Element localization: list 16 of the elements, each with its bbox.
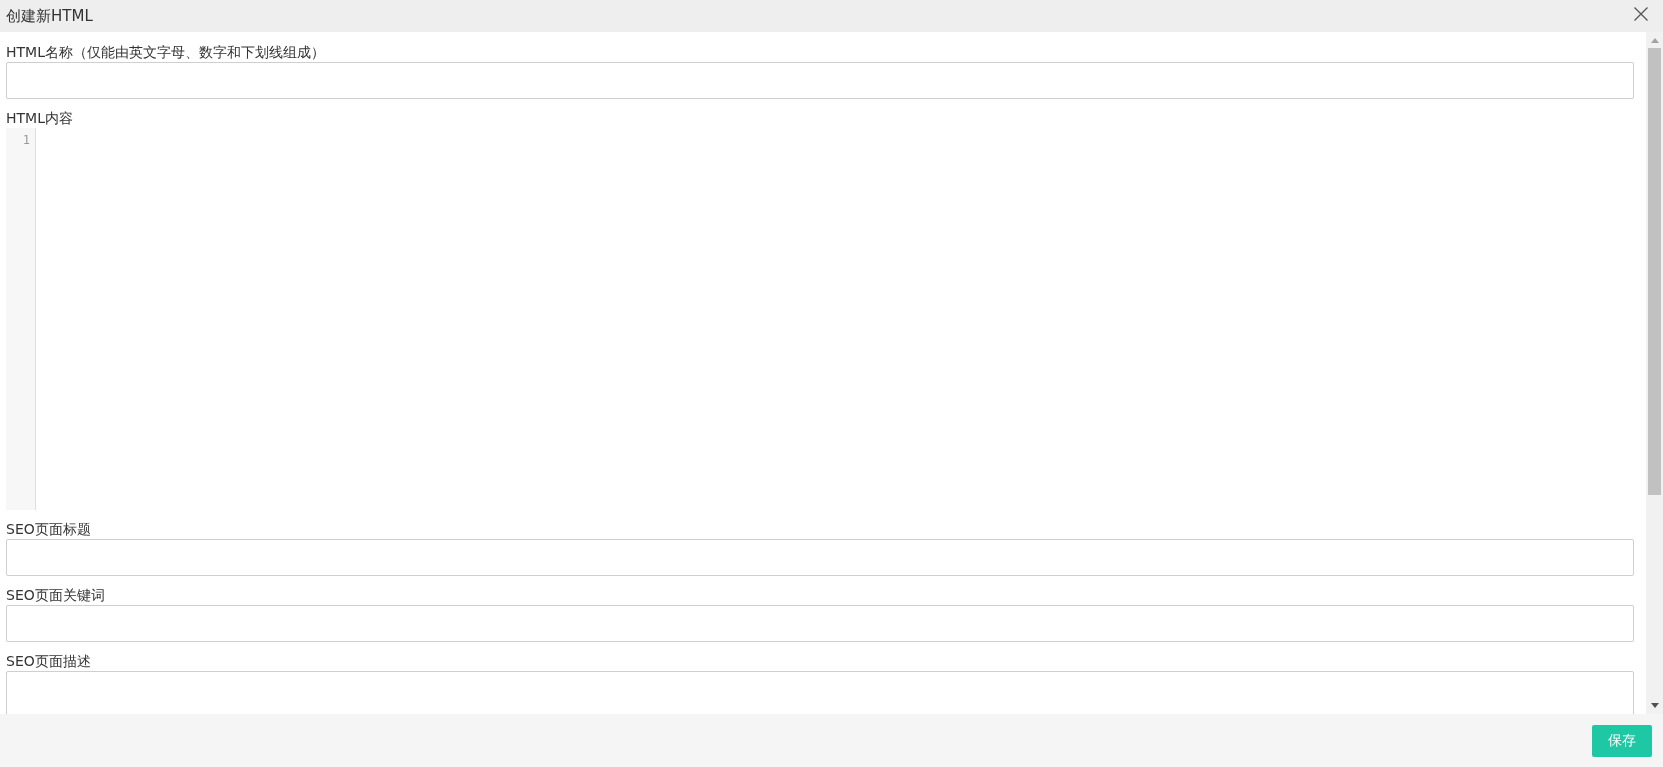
dialog-title: 创建新HTML <box>6 6 93 26</box>
scroll-down-arrow-icon[interactable] <box>1650 703 1659 708</box>
field-label: HTML名称（仅能由英文字母、数字和下划线组成） <box>6 43 325 62</box>
text-input[interactable] <box>6 62 1634 99</box>
line-number: 1 <box>22 132 31 149</box>
scrollbar[interactable] <box>1646 32 1663 714</box>
scroll-up-arrow-icon[interactable] <box>1650 38 1659 43</box>
field-label: SEO页面关键词 <box>6 586 105 605</box>
close-icon[interactable] <box>1634 7 1648 21</box>
scrollbar-thumb[interactable] <box>1648 48 1661 495</box>
field-label: SEO页面描述 <box>6 652 91 671</box>
field-label: HTML内容 <box>6 109 73 128</box>
text-input[interactable] <box>6 605 1634 642</box>
field-label: SEO页面标题 <box>6 520 91 539</box>
text-input[interactable] <box>6 539 1634 576</box>
save-button[interactable]: 保存 <box>1592 725 1652 757</box>
